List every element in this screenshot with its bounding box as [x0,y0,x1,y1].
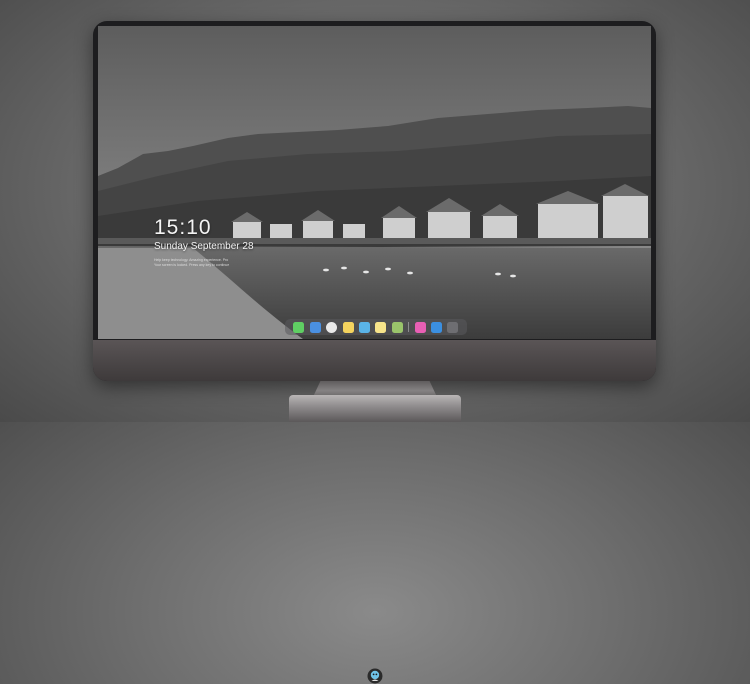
wallpaper [98,26,651,339]
appstore-icon[interactable] [431,321,443,333]
photos-icon[interactable] [391,321,403,333]
notes-icon[interactable] [342,321,354,333]
finder-icon[interactable] [309,321,321,333]
stickies-icon[interactable] [375,321,387,333]
camera-icon[interactable] [447,321,459,333]
dock [285,319,467,335]
music-icon[interactable] [414,321,426,333]
lock-date: Sunday September 28 [154,241,254,252]
monitor-chin [93,340,656,684]
safari-icon[interactable] [326,321,338,333]
monitor: 15:10 Sunday September 28 Help keep tech… [93,21,656,684]
lock-message: Help keep technology. Amazing experience… [154,258,274,268]
lock-clock: 15:10 [154,216,212,239]
messages-icon[interactable] [293,321,305,333]
screen: 15:10 Sunday September 28 Help keep tech… [98,26,651,339]
dock-separator [408,322,410,332]
lock-message-line: Your screen is locked. Press any key to … [154,263,230,267]
logo-icon [367,668,383,684]
monitor-stand-base [289,395,461,422]
clapper-icon[interactable] [359,321,371,333]
